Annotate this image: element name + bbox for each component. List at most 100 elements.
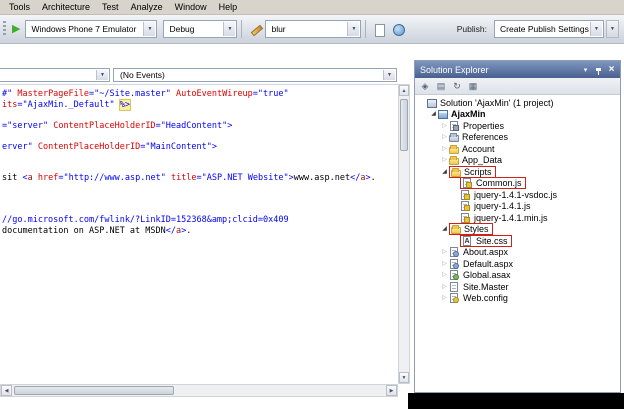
code-line: erver" ContentPlaceHolderID="MainContent…	[2, 142, 398, 153]
expanded-arrow-icon[interactable]: ◢	[440, 169, 449, 175]
tree-item-solution-ajaxmin-1-project[interactable]: Solution 'AjaxMin' (1 project)	[415, 97, 620, 109]
scroll-left-icon[interactable]: ◀	[1, 385, 12, 396]
code-token: "true"	[257, 89, 289, 99]
editor-vertical-scrollbar[interactable]: ▲ ▼	[398, 84, 410, 384]
code-token: </	[165, 225, 177, 236]
references-folder-icon	[449, 133, 459, 143]
browse-tool-icon[interactable]	[391, 22, 406, 37]
code-line: //go.microsoft.com/fwlink/?LinkID=152368…	[2, 215, 398, 226]
object-dropdown[interactable]: ▼	[0, 68, 110, 82]
tree-node: jquery-1.4.1.js	[460, 201, 531, 212]
tree-node: References	[449, 132, 508, 143]
toolbar-grip[interactable]	[3, 21, 6, 37]
tree-item-label: Account	[462, 143, 495, 154]
code-editor[interactable]: #" MasterPageFile="~/Site.master" AutoEv…	[0, 84, 398, 384]
menu-item-test[interactable]: Test	[96, 0, 125, 15]
menu-item-tools[interactable]: Tools	[3, 0, 36, 15]
tree-item-jquery-1-4-1-vsdoc-js[interactable]: jquery-1.4.1-vsdoc.js	[415, 189, 620, 201]
solution-configuration-select[interactable]: Debug ▼	[163, 20, 238, 38]
collapsed-arrow-icon[interactable]: ▷	[440, 134, 449, 140]
toolbar-overflow-button[interactable]: ▼	[606, 20, 619, 38]
chevron-down-icon: ▼	[143, 22, 156, 36]
tree-item-ajaxmin[interactable]: ◢ AjaxMin	[415, 109, 620, 121]
collapsed-arrow-icon[interactable]: ▷	[440, 295, 449, 301]
tree-node: Default.aspx	[449, 258, 513, 269]
solution-explorer-titlebar[interactable]: Solution Explorer ▾ ×	[415, 61, 620, 78]
chevron-down-icon: ▼	[590, 22, 602, 36]
scroll-right-icon[interactable]: ▶	[386, 385, 397, 396]
vertical-scroll-thumb[interactable]	[400, 99, 408, 151]
horizontal-scroll-thumb[interactable]	[14, 386, 174, 395]
code-line: its="AjaxMin._Default" %>	[2, 98, 398, 111]
code-line: ="server" ContentPlaceHolderID="HeadCont…	[2, 121, 398, 132]
tree-node: Site.Master	[449, 281, 509, 292]
tree-item-jquery-1-4-1-min-js[interactable]: jquery-1.4.1.min.js	[415, 212, 620, 224]
tree-item-references[interactable]: ▷ References	[415, 132, 620, 144]
show-all-files-icon[interactable]: ▤	[435, 80, 447, 92]
asax-icon	[450, 270, 459, 281]
code-token: erver"	[2, 141, 33, 152]
tree-node: AjaxMin	[438, 109, 486, 120]
tree-node: jquery-1.4.1-vsdoc.js	[460, 189, 558, 200]
tree-item-account[interactable]: ▷ Account	[415, 143, 620, 155]
tree-item-label: Global.asax	[463, 270, 511, 281]
start-debugging-icon[interactable]: ▶	[12, 23, 20, 35]
collapsed-arrow-icon[interactable]: ▷	[440, 123, 449, 129]
expanded-arrow-icon[interactable]: ◢	[429, 111, 438, 117]
find-combobox-value: blur	[271, 24, 286, 34]
tree-item-site-css[interactable]: A Site.css	[415, 234, 620, 247]
tree-item-label: Solution 'AjaxMin' (1 project)	[440, 97, 554, 108]
events-dropdown[interactable]: (No Events) ▼	[113, 68, 397, 82]
chevron-down-icon: ▼	[383, 70, 395, 80]
menu-item-help[interactable]: Help	[213, 0, 244, 15]
tree-item-label: jquery-1.4.1-vsdoc.js	[474, 189, 558, 200]
publish-settings-select[interactable]: Create Publish Settings ▼	[494, 20, 604, 38]
scroll-up-icon[interactable]: ▲	[399, 85, 409, 96]
find-combobox[interactable]: blur ▼	[265, 20, 362, 38]
collapsed-arrow-icon[interactable]: ▷	[440, 272, 449, 278]
scroll-down-icon[interactable]: ▼	[399, 372, 409, 383]
editor-horizontal-scrollbar[interactable]: ◀ ▶	[0, 384, 398, 397]
auto-hide-pin-icon[interactable]	[592, 63, 605, 76]
code-token: "server"	[7, 120, 49, 131]
tree-item-global-asax[interactable]: ▷ Global.asax	[415, 270, 620, 282]
tree-item-common-js[interactable]: Common.js	[415, 177, 620, 190]
code-token: "ASP.NET Website"	[201, 173, 289, 183]
tree-item-web-config[interactable]: ▷ Web.config	[415, 293, 620, 305]
collapsed-arrow-icon[interactable]: ▷	[440, 261, 449, 267]
properties-tool-icon[interactable]: ◈	[419, 80, 431, 92]
tree-item-app-data[interactable]: ▷ App_Data	[415, 155, 620, 167]
tree-node: Solution 'AjaxMin' (1 project)	[427, 98, 553, 108]
js-icon	[461, 212, 470, 223]
code-token: its	[2, 99, 18, 110]
menu-item-architecture[interactable]: Architecture	[36, 0, 96, 15]
close-icon[interactable]: ×	[605, 63, 618, 76]
collapsed-arrow-icon[interactable]: ▷	[440, 249, 449, 255]
tree-item-properties[interactable]: ▷ Properties	[415, 120, 620, 132]
code-token: //go.microsoft.com/fwlink/?LinkID=152368…	[2, 215, 289, 225]
tree-item-site-master[interactable]: ▷ Site.Master	[415, 281, 620, 293]
document-tool-icon[interactable]	[372, 22, 387, 37]
code-line: #" MasterPageFile="~/Site.master" AutoEv…	[2, 89, 398, 100]
tree-item-scripts[interactable]: ◢ Scripts	[415, 165, 620, 178]
view-class-diagram-icon[interactable]: ▦	[467, 80, 479, 92]
deployment-target-select[interactable]: Windows Phone 7 Emulator ▼	[25, 20, 158, 38]
collapsed-arrow-icon[interactable]: ▷	[440, 157, 449, 163]
tree-item-about-aspx[interactable]: ▷ About.aspx	[415, 247, 620, 259]
tree-item-styles[interactable]: ◢ Styles	[415, 223, 620, 236]
collapsed-arrow-icon[interactable]: ▷	[440, 284, 449, 290]
refresh-icon[interactable]: ↻	[451, 80, 463, 92]
solution-explorer-toolbar: ◈ ▤ ↻ ▦	[415, 78, 620, 95]
window-position-icon[interactable]: ▾	[579, 63, 592, 76]
menu-item-analyze[interactable]: Analyze	[125, 0, 169, 15]
tree-item-default-aspx[interactable]: ▷ Default.aspx	[415, 258, 620, 270]
tree-item-label: Web.config	[463, 293, 508, 304]
tree-node: App_Data	[449, 155, 502, 166]
tree-item-jquery-1-4-1-js[interactable]: jquery-1.4.1.js	[415, 201, 620, 213]
expanded-arrow-icon[interactable]: ◢	[440, 226, 449, 232]
edit-tool-icon[interactable]	[248, 22, 263, 37]
collapsed-arrow-icon[interactable]: ▷	[440, 146, 449, 152]
menu-item-window[interactable]: Window	[169, 0, 213, 15]
config-icon	[450, 293, 459, 304]
